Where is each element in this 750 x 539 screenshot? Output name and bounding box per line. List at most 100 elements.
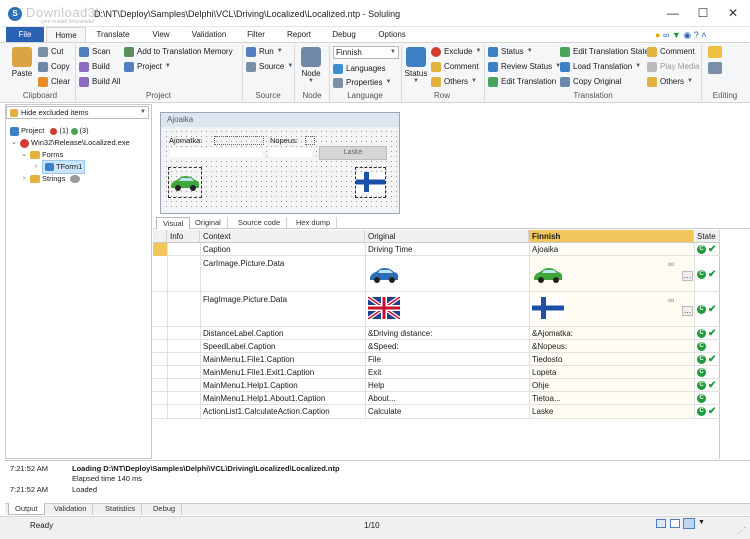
globe-icon[interactable]: ◉: [683, 30, 691, 40]
maximize-button[interactable]: ☐: [688, 0, 718, 26]
table-row[interactable]: [153, 243, 720, 256]
row-status-button[interactable]: Status ▼: [404, 47, 428, 84]
tab-output-debug[interactable]: Debug: [147, 503, 183, 515]
translation-status-button[interactable]: Status ▼: [488, 45, 533, 58]
copy-original-button[interactable]: Copy Original: [560, 75, 621, 88]
cell-context[interactable]: MainMenu1.Help1.About1.Caption: [203, 394, 325, 403]
clear-button[interactable]: Clear: [38, 75, 70, 88]
cell-finnish[interactable]: Ajoaika: [532, 245, 558, 254]
cell-original[interactable]: &Speed:: [368, 342, 399, 351]
translation-others-button[interactable]: Others ▼: [647, 75, 693, 88]
ellipsis-button[interactable]: …: [682, 306, 693, 316]
tab-visual[interactable]: Visual: [156, 217, 191, 229]
tree-node-project[interactable]: Project (1) (3): [10, 125, 89, 137]
preview-car-image[interactable]: [168, 167, 202, 198]
link-icon[interactable]: ∞: [668, 259, 674, 269]
replace-icon[interactable]: [708, 62, 722, 74]
tab-output[interactable]: Output: [8, 503, 45, 515]
preview-speed-input[interactable]: [270, 148, 312, 157]
paste-button[interactable]: Paste: [10, 47, 34, 78]
review-status-button[interactable]: Review Status ▼: [488, 60, 561, 73]
ellipsis-button[interactable]: …: [682, 271, 693, 281]
tab-filter[interactable]: Filter: [240, 27, 272, 42]
tab-statistics[interactable]: Statistics: [99, 503, 143, 515]
add-to-tm-button[interactable]: Add to Translation Memory: [124, 45, 233, 58]
cell-original[interactable]: Help: [368, 381, 384, 390]
edit-translation-state-button[interactable]: Edit Translation State: [560, 45, 649, 58]
cell-context[interactable]: SpeedLabel.Caption: [203, 342, 276, 351]
cell-context[interactable]: DistanceLabel.Caption: [203, 329, 284, 338]
translation-comment-button[interactable]: Comment: [647, 45, 695, 58]
cell-original[interactable]: About...: [368, 394, 396, 403]
grid-header-state[interactable]: State: [694, 230, 720, 243]
cell-finnish[interactable]: Ohje: [532, 381, 549, 390]
node-button[interactable]: Node ▼: [298, 47, 324, 84]
preview-flag-image[interactable]: [355, 167, 386, 198]
cell-finnish[interactable]: Lopeta: [532, 368, 556, 377]
help-icon[interactable]: ?: [694, 30, 699, 40]
preview-distance-input[interactable]: [170, 148, 262, 157]
tab-file[interactable]: File: [6, 27, 44, 42]
cell-context[interactable]: MainMenu1.File1.Caption: [203, 355, 294, 364]
tree-node-tform1[interactable]: › TForm1: [32, 160, 86, 174]
tab-report[interactable]: Report: [279, 27, 319, 42]
preview-distance-value[interactable]: [214, 136, 264, 145]
ribbon-collapse-icon[interactable]: ˄: [701, 30, 706, 40]
cell-context[interactable]: MainMenu1.File1.Exit1.Caption: [203, 368, 314, 377]
close-button[interactable]: ✕: [718, 0, 748, 26]
cell-context[interactable]: FlagImage.Picture.Data: [203, 295, 287, 304]
chevron-right-icon[interactable]: ›: [20, 173, 28, 185]
project-menu-button[interactable]: Project ▼: [124, 60, 171, 73]
copy-button[interactable]: Copy: [38, 60, 70, 73]
tree-node-strings[interactable]: › Strings: [20, 173, 81, 185]
preview-speed-label[interactable]: Nopeus:: [270, 136, 298, 145]
tree-node-exe[interactable]: ⌄ Win32\Release\Localized.exe: [10, 137, 130, 149]
tab-options[interactable]: Options: [370, 27, 414, 42]
tab-original[interactable]: Original: [189, 217, 228, 229]
build-button[interactable]: Build: [79, 60, 110, 73]
chevron-right-icon[interactable]: ›: [32, 161, 40, 173]
scan-button[interactable]: Scan: [79, 45, 110, 58]
link-icon[interactable]: ∞: [668, 295, 674, 305]
cell-finnish[interactable]: Tiedosto: [532, 355, 562, 364]
cell-context[interactable]: Caption: [203, 245, 231, 254]
find-icon[interactable]: [708, 46, 722, 58]
tab-validation[interactable]: Validation: [185, 27, 233, 42]
layout-grid-icon[interactable]: [656, 519, 666, 528]
row-comment-button[interactable]: Comment: [431, 60, 479, 73]
run-button[interactable]: Run ▼: [246, 45, 283, 58]
grid-header-finnish[interactable]: Finnish: [529, 230, 694, 243]
cut-button[interactable]: Cut: [38, 45, 63, 58]
layout-list-icon[interactable]: [670, 519, 680, 528]
load-translation-button[interactable]: Load Translation ▼: [560, 60, 641, 73]
tab-output-validation[interactable]: Validation: [48, 503, 94, 515]
cell-finnish[interactable]: &Ajomatka:: [532, 329, 573, 338]
tab-source-code[interactable]: Source code: [232, 217, 288, 229]
layout-split-icon[interactable]: [683, 518, 695, 529]
tab-hex-dump[interactable]: Hex dump: [290, 217, 338, 229]
row-others-button[interactable]: Others ▼: [431, 75, 477, 88]
preview-speed-value[interactable]: [305, 136, 315, 145]
app-icon[interactable]: S: [8, 7, 22, 21]
cell-finnish[interactable]: &Nopeus:: [532, 342, 567, 351]
tab-translate[interactable]: Translate: [90, 27, 136, 42]
cell-original[interactable]: Driving Time: [368, 245, 412, 254]
build-all-button[interactable]: Build All: [79, 75, 120, 88]
preview-calculate-button[interactable]: Laske: [319, 146, 387, 160]
tab-view[interactable]: View: [144, 27, 178, 42]
cell-original[interactable]: Exit: [368, 368, 381, 377]
chevron-down-icon[interactable]: ⌄: [20, 149, 28, 161]
lightbulb-icon[interactable]: ●: [655, 30, 660, 40]
filter-select[interactable]: Hide excluded items ▼: [6, 106, 149, 119]
cell-context[interactable]: CarImage.Picture.Data: [203, 259, 284, 268]
chevron-down-icon[interactable]: ▼: [698, 519, 705, 526]
cell-context[interactable]: ActionList1.CalculateAction.Caption: [203, 407, 330, 416]
cell-context[interactable]: MainMenu1.Help1.Caption: [203, 381, 298, 390]
grid-header-context[interactable]: Context: [200, 230, 365, 243]
cell-finnish[interactable]: Tietoa...: [532, 394, 561, 403]
properties-button[interactable]: Properties ▼: [333, 76, 391, 89]
preview-distance-label[interactable]: Ajomatka:: [169, 136, 202, 145]
tab-debug[interactable]: Debug: [326, 27, 362, 42]
languages-button[interactable]: Languages: [333, 62, 386, 75]
map-pin-icon[interactable]: ▼: [672, 30, 681, 40]
